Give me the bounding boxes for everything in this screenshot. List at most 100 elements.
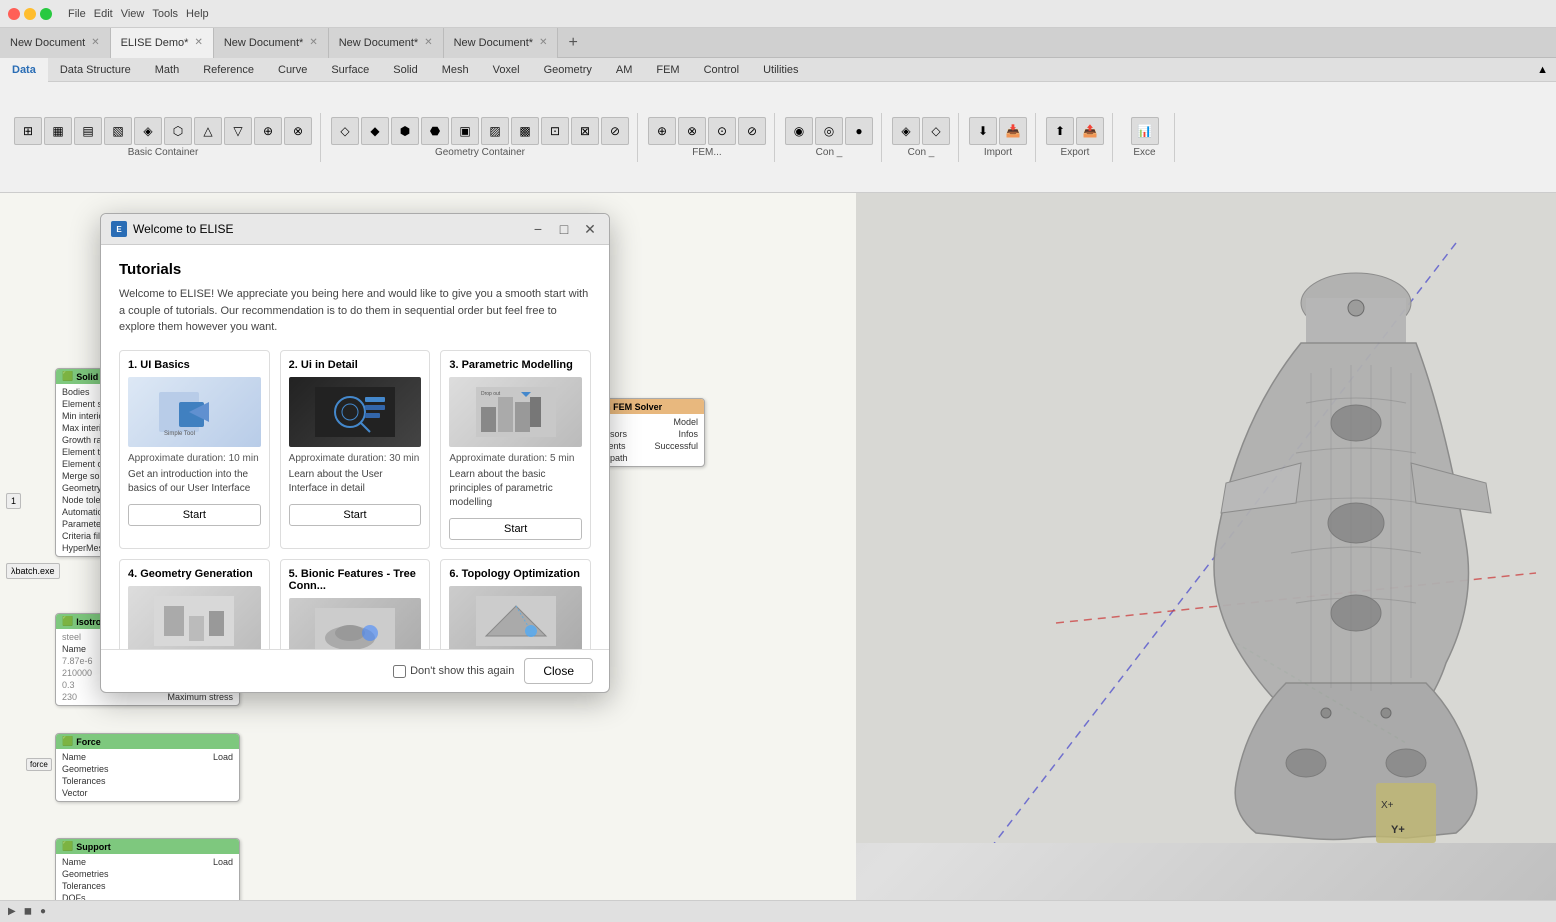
- view-3d[interactable]: Y+ X+ X Y Z: [856, 193, 1556, 900]
- ribbon-icon-5[interactable]: ◈: [134, 117, 162, 145]
- ribbon-content: ⊞ ▦ ▤ ▧ ◈ ⬡ △ ▽ ⊕ ⊗ Basic Container: [0, 82, 1556, 192]
- ribbon-icon-export-2[interactable]: 📤: [1076, 117, 1104, 145]
- ribbon-icon-2[interactable]: ▦: [44, 117, 72, 145]
- status-bar: ▶ ◼ ●: [0, 900, 1556, 922]
- maximize-traffic-light[interactable]: [40, 8, 52, 20]
- tab-new-document-2[interactable]: New Document* ✕: [214, 28, 329, 58]
- ribbon-tab-voxel[interactable]: Voxel: [481, 58, 532, 81]
- tab-close-4[interactable]: ✕: [424, 37, 432, 48]
- ribbon-icon-geo-6[interactable]: ▨: [481, 117, 509, 145]
- tutorial-4-thumb: [128, 586, 261, 650]
- ribbon-icon-3[interactable]: ▤: [74, 117, 102, 145]
- tutorial-5-thumb: [289, 598, 422, 650]
- ribbon-tab-curve[interactable]: Curve: [266, 58, 319, 81]
- ribbon-icon-geo-8[interactable]: ⊡: [541, 117, 569, 145]
- ribbon-tab-control[interactable]: Control: [692, 58, 751, 81]
- dialog-close-footer-button[interactable]: Close: [524, 658, 593, 684]
- tutorials-section-title: Tutorials: [119, 261, 591, 278]
- ribbon-icon-geo-7[interactable]: ▩: [511, 117, 539, 145]
- ribbon-tab-math[interactable]: Math: [143, 58, 191, 81]
- tutorial-2-start-button[interactable]: Start: [289, 504, 422, 526]
- ribbon-icon-fem-2[interactable]: ⊗: [678, 117, 706, 145]
- tab-close-5[interactable]: ✕: [539, 37, 547, 48]
- ribbon-icon-fem-3[interactable]: ⊙: [708, 117, 736, 145]
- ribbon-icon-con2-1[interactable]: ◈: [892, 117, 920, 145]
- tutorials-grid-row2: 4. Geometry Generation: [119, 559, 591, 650]
- ribbon-icon-4[interactable]: ▧: [104, 117, 132, 145]
- ribbon-group-basic-container-label: Basic Container: [128, 147, 199, 158]
- ribbon-icon-1[interactable]: ⊞: [14, 117, 42, 145]
- canvas-area[interactable]: Best Index Setup & Run 🟩 Solid Mesh (HM)…: [0, 193, 856, 900]
- tab-new-document-4[interactable]: New Document* ✕: [444, 28, 559, 58]
- new-tab-button[interactable]: +: [558, 34, 587, 52]
- ribbon-icon-geo-3[interactable]: ⬢: [391, 117, 419, 145]
- svg-text:Y+: Y+: [1391, 824, 1405, 836]
- ribbon-icon-geo-10[interactable]: ⊘: [601, 117, 629, 145]
- app-menu-edit[interactable]: Edit: [94, 8, 113, 20]
- ribbon-icon-7[interactable]: △: [194, 117, 222, 145]
- ribbon-icon-con1-1[interactable]: ◉: [785, 117, 813, 145]
- ribbon-tab-geometry[interactable]: Geometry: [532, 58, 604, 81]
- ribbon-icon-9[interactable]: ⊕: [254, 117, 282, 145]
- ribbon-icon-geo-1[interactable]: ◇: [331, 117, 359, 145]
- number-node[interactable]: 1: [6, 493, 21, 509]
- tutorial-3-start-button[interactable]: Start: [449, 518, 582, 540]
- status-item-1: ▶: [8, 906, 16, 917]
- ribbon-tab-mesh[interactable]: Mesh: [430, 58, 481, 81]
- ribbon-icon-geo-2[interactable]: ◆: [361, 117, 389, 145]
- support-node[interactable]: 🟩 Support NameLoad Geometries Tolerances…: [55, 838, 240, 900]
- ribbon-tab-surface[interactable]: Surface: [319, 58, 381, 81]
- ribbon-icon-6[interactable]: ⬡: [164, 117, 192, 145]
- dialog-logo: E: [111, 221, 127, 237]
- ribbon-tab-am[interactable]: AM: [604, 58, 645, 81]
- dialog-close-button[interactable]: ✕: [581, 220, 599, 238]
- ribbon-tab-fem[interactable]: FEM: [644, 58, 691, 81]
- ribbon-tab-utilities[interactable]: Utilities: [751, 58, 810, 81]
- ribbon-icon-con2-2[interactable]: ◇: [922, 117, 950, 145]
- dialog-maximize-button[interactable]: □: [555, 220, 573, 238]
- ribbon-icon-8[interactable]: ▽: [224, 117, 252, 145]
- ribbon-icon-fem-1[interactable]: ⊕: [648, 117, 676, 145]
- ribbon-icon-con1-3[interactable]: ●: [845, 117, 873, 145]
- app-menu-view[interactable]: View: [121, 8, 145, 20]
- dont-show-again-checkbox[interactable]: [393, 665, 406, 678]
- tab-new-document-3[interactable]: New Document* ✕: [329, 28, 444, 58]
- ribbon-icon-con1-2[interactable]: ◎: [815, 117, 843, 145]
- dialog-minimize-button[interactable]: −: [529, 220, 547, 238]
- ribbon-tab-data[interactable]: Data: [0, 58, 48, 82]
- force-label: force: [26, 758, 52, 771]
- tutorial-1-desc: Get an introduction into the basics of o…: [128, 468, 261, 496]
- ribbon-icon-export-1[interactable]: ⬆: [1046, 117, 1074, 145]
- app-menu-file[interactable]: File: [68, 8, 86, 20]
- tab-elise-demo[interactable]: ELISE Demo* ✕: [111, 28, 214, 58]
- ribbon-icon-geo-5[interactable]: ▣: [451, 117, 479, 145]
- exe-node[interactable]: λbatch.exe: [6, 563, 60, 579]
- ribbon-icon-excel-1[interactable]: 📊: [1131, 117, 1159, 145]
- app-menu-tools[interactable]: Tools: [152, 8, 178, 20]
- app-menu-help[interactable]: Help: [186, 8, 209, 20]
- ribbon-icon-import-2[interactable]: 📥: [999, 117, 1027, 145]
- tutorial-4-title: 4. Geometry Generation: [128, 568, 261, 580]
- ribbon-icon-geo-4[interactable]: ⬣: [421, 117, 449, 145]
- title-bar: File Edit View Tools Help: [0, 0, 1556, 28]
- tab-close-3[interactable]: ✕: [309, 37, 317, 48]
- ribbon-tab-reference[interactable]: Reference: [191, 58, 266, 81]
- tutorial-1-start-button[interactable]: Start: [128, 504, 261, 526]
- ribbon-icon-geo-9[interactable]: ⊠: [571, 117, 599, 145]
- ribbon-icon-10[interactable]: ⊗: [284, 117, 312, 145]
- ribbon-tab-data-structure[interactable]: Data Structure: [48, 58, 143, 81]
- ribbon-group-geometry-container: ◇ ◆ ⬢ ⬣ ▣ ▨ ▩ ⊡ ⊠ ⊘ Geometry Container: [323, 113, 638, 162]
- minimize-traffic-light[interactable]: [24, 8, 36, 20]
- ribbon-group-con1: ◉ ◎ ● Con _: [777, 113, 882, 162]
- ribbon-tab-solid[interactable]: Solid: [381, 58, 429, 81]
- tutorial-card-2: 2. Ui in Detail: [280, 350, 431, 549]
- tab-close-1[interactable]: ✕: [91, 37, 99, 48]
- tab-new-document-1[interactable]: New Document ✕: [0, 28, 111, 58]
- ribbon-collapse-button[interactable]: ▲: [1537, 58, 1556, 81]
- ribbon-icon-fem-4[interactable]: ⊘: [738, 117, 766, 145]
- tab-close-2[interactable]: ✕: [194, 37, 202, 48]
- close-traffic-light[interactable]: [8, 8, 20, 20]
- tabs-bar: New Document ✕ ELISE Demo* ✕ New Documen…: [0, 28, 1556, 58]
- force-node[interactable]: 🟩 Force NameLoad Geometries Tolerances V…: [55, 733, 240, 802]
- ribbon-icon-import-1[interactable]: ⬇: [969, 117, 997, 145]
